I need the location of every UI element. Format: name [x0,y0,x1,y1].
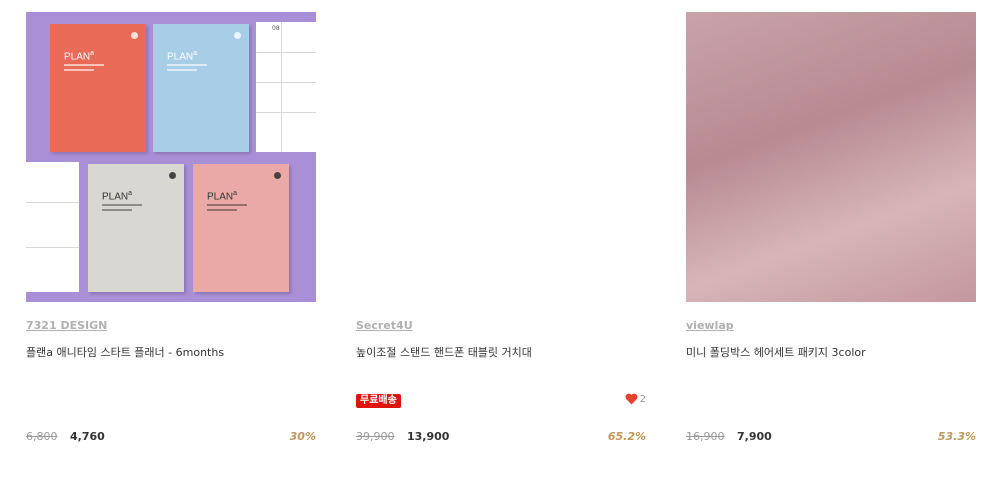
sale-price: 7,900 [737,430,772,443]
product-title[interactable]: 미니 폴딩박스 헤어세트 패키지 3color [686,344,866,360]
like-count: 2 [639,393,646,405]
sale-price: 13,900 [407,430,450,443]
brand-link[interactable]: viewlap [686,319,734,332]
heart-icon [625,393,638,405]
product-image-stand[interactable] [356,12,646,302]
page-number: 08 [272,25,280,32]
product-title[interactable]: 플랜a 애니타임 스타트 플래너 - 6months [26,344,224,360]
product-card-planner[interactable]: 08 PLANa PLANa PLANa PLANa 7321 DESIGN 플… [26,12,316,462]
discount-rate: 65.2% [607,430,646,443]
planner-book-red: PLANa [50,24,146,152]
planner-left-page [26,162,79,292]
brand-link[interactable]: Secret4U [356,319,413,332]
sale-price: 4,760 [70,430,105,443]
free-shipping-badge: 무료배송 [356,394,401,408]
planner-book-pink: PLANa [193,164,289,292]
product-image-planner[interactable]: 08 PLANa PLANa PLANa PLANa [26,12,316,302]
planner-book-grey: PLANa [88,164,184,292]
original-price: 39,900 [356,430,395,443]
original-price: 6,800 [26,430,58,443]
discount-rate: 30% [289,430,316,443]
product-card-stand[interactable]: Secret4U 높이조절 스탠드 핸드폰 태블릿 거치대 무료배송 2 39,… [356,12,646,462]
product-card-hairset[interactable]: viewlap 미니 폴딩박스 헤어세트 패키지 3color 16,900 7… [686,12,976,462]
product-title[interactable]: 높이조절 스탠드 핸드폰 태블릿 거치대 [356,344,532,360]
planner-book-blue: PLANa [153,24,249,152]
brand-link[interactable]: 7321 DESIGN [26,319,107,332]
discount-rate: 53.3% [937,430,976,443]
planner-inner-page: 08 [256,22,316,152]
like-button[interactable]: 2 [625,393,646,405]
original-price: 16,900 [686,430,725,443]
product-image-hairset[interactable] [686,12,976,302]
